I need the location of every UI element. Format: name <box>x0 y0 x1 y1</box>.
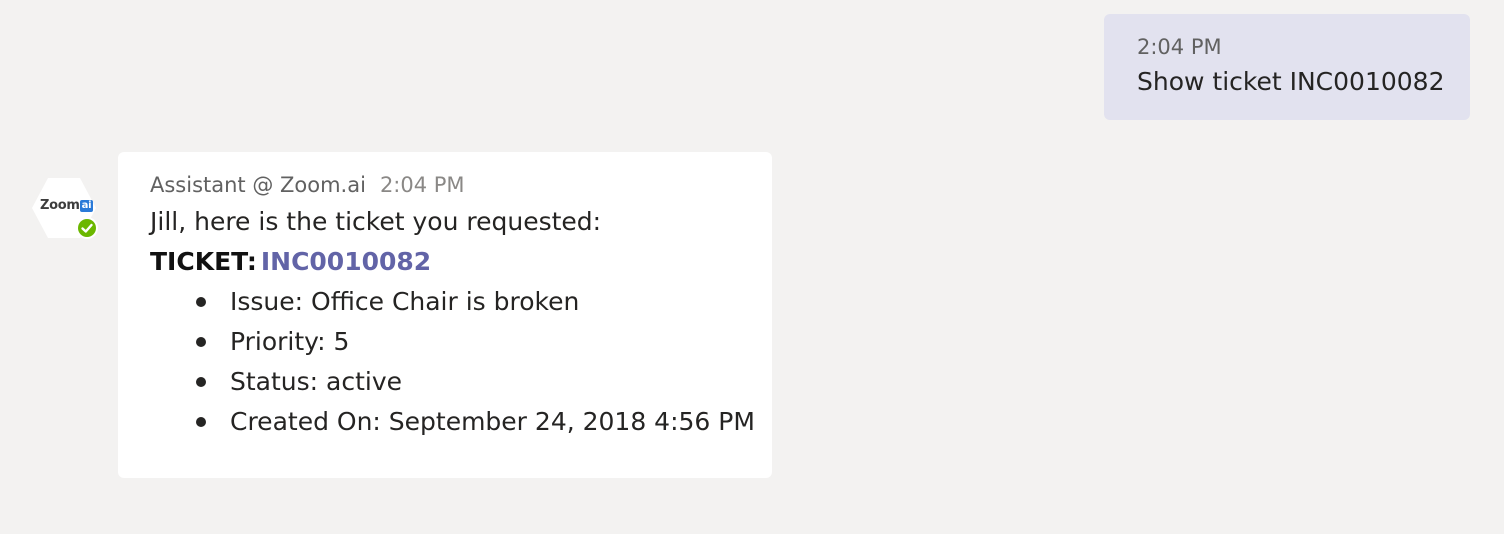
bullet-icon <box>196 417 206 427</box>
sender-name: Assistant @ Zoom.ai <box>150 173 366 197</box>
logo-ai-badge: ai <box>79 200 94 212</box>
bullet-icon <box>196 297 206 307</box>
bullet-icon <box>196 337 206 347</box>
logo-text: Zoom <box>40 198 80 213</box>
bot-message-card[interactable]: Assistant @ Zoom.ai 2:04 PM Jill, here is… <box>118 152 772 478</box>
ticket-label: TICKET: <box>150 247 257 276</box>
list-item: Status: active <box>196 362 772 402</box>
zoom-ai-logo: Zoom ai <box>40 198 94 213</box>
message-intro: Jill, here is the ticket you requested: <box>150 207 602 236</box>
ticket-line: TICKET: INC0010082 <box>150 242 772 282</box>
available-check-icon <box>76 217 98 239</box>
outgoing-message-time: 2:04 PM <box>1137 35 1222 59</box>
outgoing-message-text: Show ticket INC0010082 <box>1137 67 1445 96</box>
bullet-icon <box>196 377 206 387</box>
list-item: Priority: 5 <box>196 322 772 362</box>
list-item: Created On: September 24, 2018 4:56 PM <box>196 402 772 442</box>
list-item: Issue: Office Chair is broken <box>196 282 772 322</box>
ticket-status: Status: active <box>230 367 403 396</box>
message-time: 2:04 PM <box>379 173 465 197</box>
ticket-details-list: Issue: Office Chair is broken Priority: … <box>150 282 772 442</box>
message-header: Assistant @ Zoom.ai 2:04 PM <box>150 170 772 200</box>
ticket-id-link[interactable]: INC0010082 <box>261 247 431 276</box>
ticket-priority: Priority: 5 <box>230 327 350 356</box>
ticket-created-on: Created On: September 24, 2018 4:56 PM <box>230 407 755 436</box>
ticket-issue: Issue: Office Chair is broken <box>230 287 580 316</box>
outgoing-message-bubble[interactable]: 2:04 PM Show ticket INC0010082 <box>1104 14 1470 120</box>
